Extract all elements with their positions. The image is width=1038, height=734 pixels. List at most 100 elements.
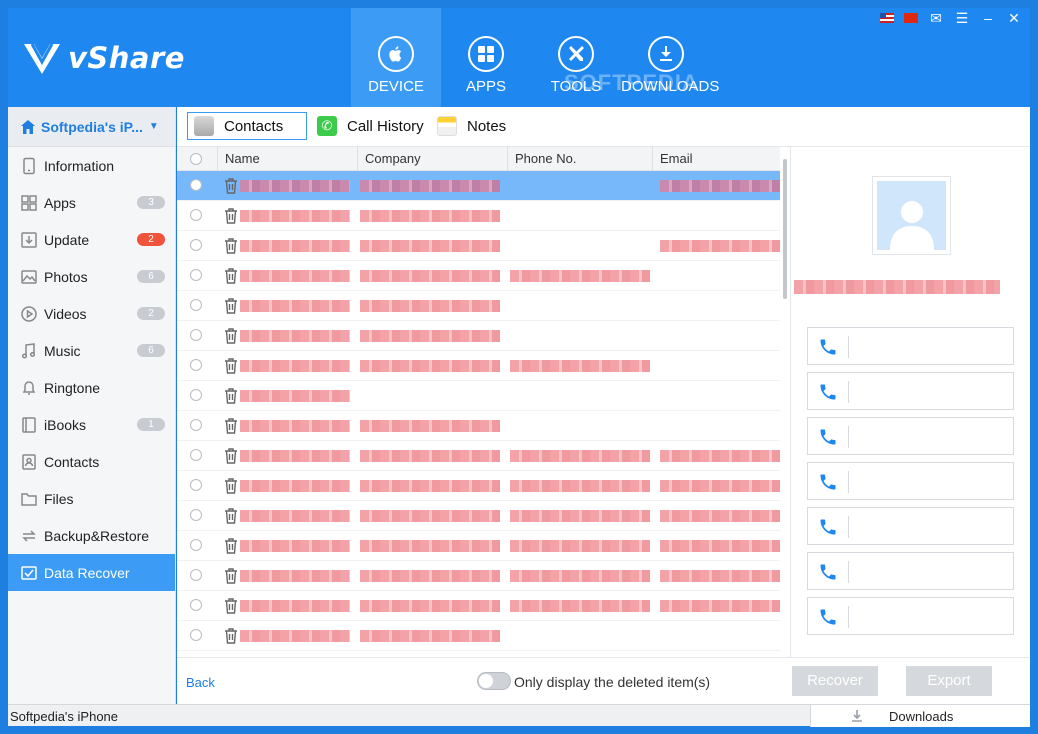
cell-name: ██████████ (240, 180, 350, 192)
cell-name: ██████████ (240, 330, 350, 342)
recover-icon (20, 564, 38, 582)
table-row[interactable]: ██████████████ (177, 291, 780, 321)
sidebar-item-ibooks[interactable]: iBooks 1 (8, 406, 175, 443)
column-header-name[interactable]: Name (217, 147, 357, 171)
sidebar-item-files[interactable]: Files (8, 480, 175, 517)
column-header-company[interactable]: Company (357, 147, 507, 171)
phone-number-field[interactable] (807, 597, 1014, 635)
export-button[interactable]: Export (906, 666, 992, 696)
row-select-radio[interactable] (190, 509, 202, 521)
tab-call-history[interactable]: ✆ Call History (317, 112, 424, 140)
tab-label: Contacts (224, 117, 284, 135)
cn-flag-icon[interactable] (904, 13, 918, 23)
cell-company: ████████████ (360, 300, 500, 312)
table-row[interactable]: ██████████████████████████ (177, 261, 780, 291)
sidebar-item-videos[interactable]: Videos 2 (8, 295, 175, 332)
phone-number-field[interactable] (807, 462, 1014, 500)
status-bar: Softpedia's iPhone Downloads (8, 704, 1030, 727)
sidebar-item-music[interactable]: Music 6 (8, 332, 175, 369)
minimize-icon[interactable]: – (980, 11, 996, 25)
trash-icon (224, 568, 238, 584)
nav-tab-apps[interactable]: APPS (441, 8, 531, 107)
sidebar-item-label: Data Recover (44, 564, 130, 581)
sidebar-item-update[interactable]: Update 2 (8, 221, 175, 258)
tab-contacts[interactable]: Contacts (187, 112, 307, 140)
table-row[interactable]: ██████████████████████████████████ (177, 171, 780, 201)
table-row[interactable]: █████████████████ (177, 621, 780, 651)
table-row[interactable]: ██████████████ (177, 411, 780, 441)
row-select-radio[interactable] (190, 299, 202, 311)
trash-icon (224, 388, 238, 404)
row-select-radio[interactable] (190, 419, 202, 431)
table-row[interactable]: ████████████████████████████████████████… (177, 501, 780, 531)
sidebar-item-contacts[interactable]: Contacts (8, 443, 175, 480)
phone-call-icon (818, 517, 838, 537)
column-header-phone[interactable]: Phone No. (507, 147, 652, 171)
table-row[interactable]: ████████████████████████████████████████ (177, 591, 780, 621)
table-row[interactable]: █████████ (177, 381, 780, 411)
column-header-email[interactable]: Email (652, 147, 780, 171)
cell-company: ████████████ (360, 540, 500, 552)
row-select-radio[interactable] (190, 209, 202, 221)
close-icon[interactable]: ✕ (1006, 11, 1022, 25)
downloads-status[interactable]: Downloads (810, 705, 1030, 727)
recover-button[interactable]: Recover (792, 666, 878, 696)
phone-number-field[interactable] (807, 372, 1014, 410)
table-row[interactable]: ████████████████████████████████████████… (177, 531, 780, 561)
phone-number-field[interactable] (807, 417, 1014, 455)
row-select-radio[interactable] (190, 569, 202, 581)
chat-icon[interactable]: ✉ (928, 11, 944, 25)
cell-name: █████████ (240, 630, 350, 642)
cell-name: ██████████ (240, 570, 350, 582)
row-select-radio[interactable] (190, 329, 202, 341)
download-icon (648, 36, 684, 72)
device-selector[interactable]: Softpedia's iP... ▼ (8, 107, 175, 147)
table-row[interactable]: ████████████████████████████████████████… (177, 561, 780, 591)
phone-call-icon (818, 382, 838, 402)
cell-name: █████████ (240, 390, 350, 402)
menu-icon[interactable]: ☰ (954, 11, 970, 25)
trash-icon (224, 628, 238, 644)
sidebar-item-ringtone[interactable]: Ringtone (8, 369, 175, 406)
phone-number-field[interactable] (807, 507, 1014, 545)
trash-icon (224, 298, 238, 314)
person-icon (889, 201, 934, 250)
row-select-radio[interactable] (190, 239, 202, 251)
tab-notes[interactable]: Notes (437, 112, 506, 140)
home-icon (21, 119, 35, 134)
cell-phone: ████████████ (510, 450, 650, 462)
cell-company: ████████ (360, 630, 500, 642)
scrollbar-thumb[interactable] (783, 159, 787, 299)
cell-company: ████ (360, 270, 500, 282)
select-all-radio[interactable] (190, 153, 202, 165)
table-row[interactable]: ████████████████████████ (177, 351, 780, 381)
sidebar-item-backup-restore[interactable]: Backup&Restore (8, 517, 175, 554)
sidebar-item-data-recover[interactable]: Data Recover (8, 554, 175, 591)
table-row[interactable]: ████████████████████████████████████████… (177, 441, 780, 471)
row-select-radio[interactable] (190, 359, 202, 371)
table-row[interactable]: ████████████████████████████████████████ (177, 471, 780, 501)
sidebar-item-apps[interactable]: Apps 3 (8, 184, 175, 221)
row-select-radio[interactable] (190, 269, 202, 281)
row-select-radio[interactable] (190, 389, 202, 401)
row-select-radio[interactable] (190, 449, 202, 461)
row-select-radio[interactable] (190, 539, 202, 551)
us-flag-icon[interactable] (880, 13, 894, 23)
row-select-radio[interactable] (190, 179, 202, 191)
sidebar-item-information[interactable]: Information (8, 147, 175, 184)
sidebar-item-photos[interactable]: Photos 6 (8, 258, 175, 295)
table-row[interactable]: ████████████████████████████ (177, 231, 780, 261)
row-select-radio[interactable] (190, 629, 202, 641)
deleted-only-toggle[interactable] (477, 672, 511, 690)
avatar (872, 176, 951, 255)
back-link[interactable]: Back (186, 675, 215, 690)
table-row[interactable]: ██████████████████████ (177, 321, 780, 351)
nav-tab-device[interactable]: DEVICE (351, 8, 441, 107)
row-select-radio[interactable] (190, 479, 202, 491)
phone-number-field[interactable] (807, 552, 1014, 590)
count-badge: 6 (137, 270, 165, 283)
row-select-radio[interactable] (190, 599, 202, 611)
table-scrollbar[interactable] (780, 147, 790, 657)
phone-number-field[interactable] (807, 327, 1014, 365)
table-row[interactable]: ██████████████████████ (177, 201, 780, 231)
